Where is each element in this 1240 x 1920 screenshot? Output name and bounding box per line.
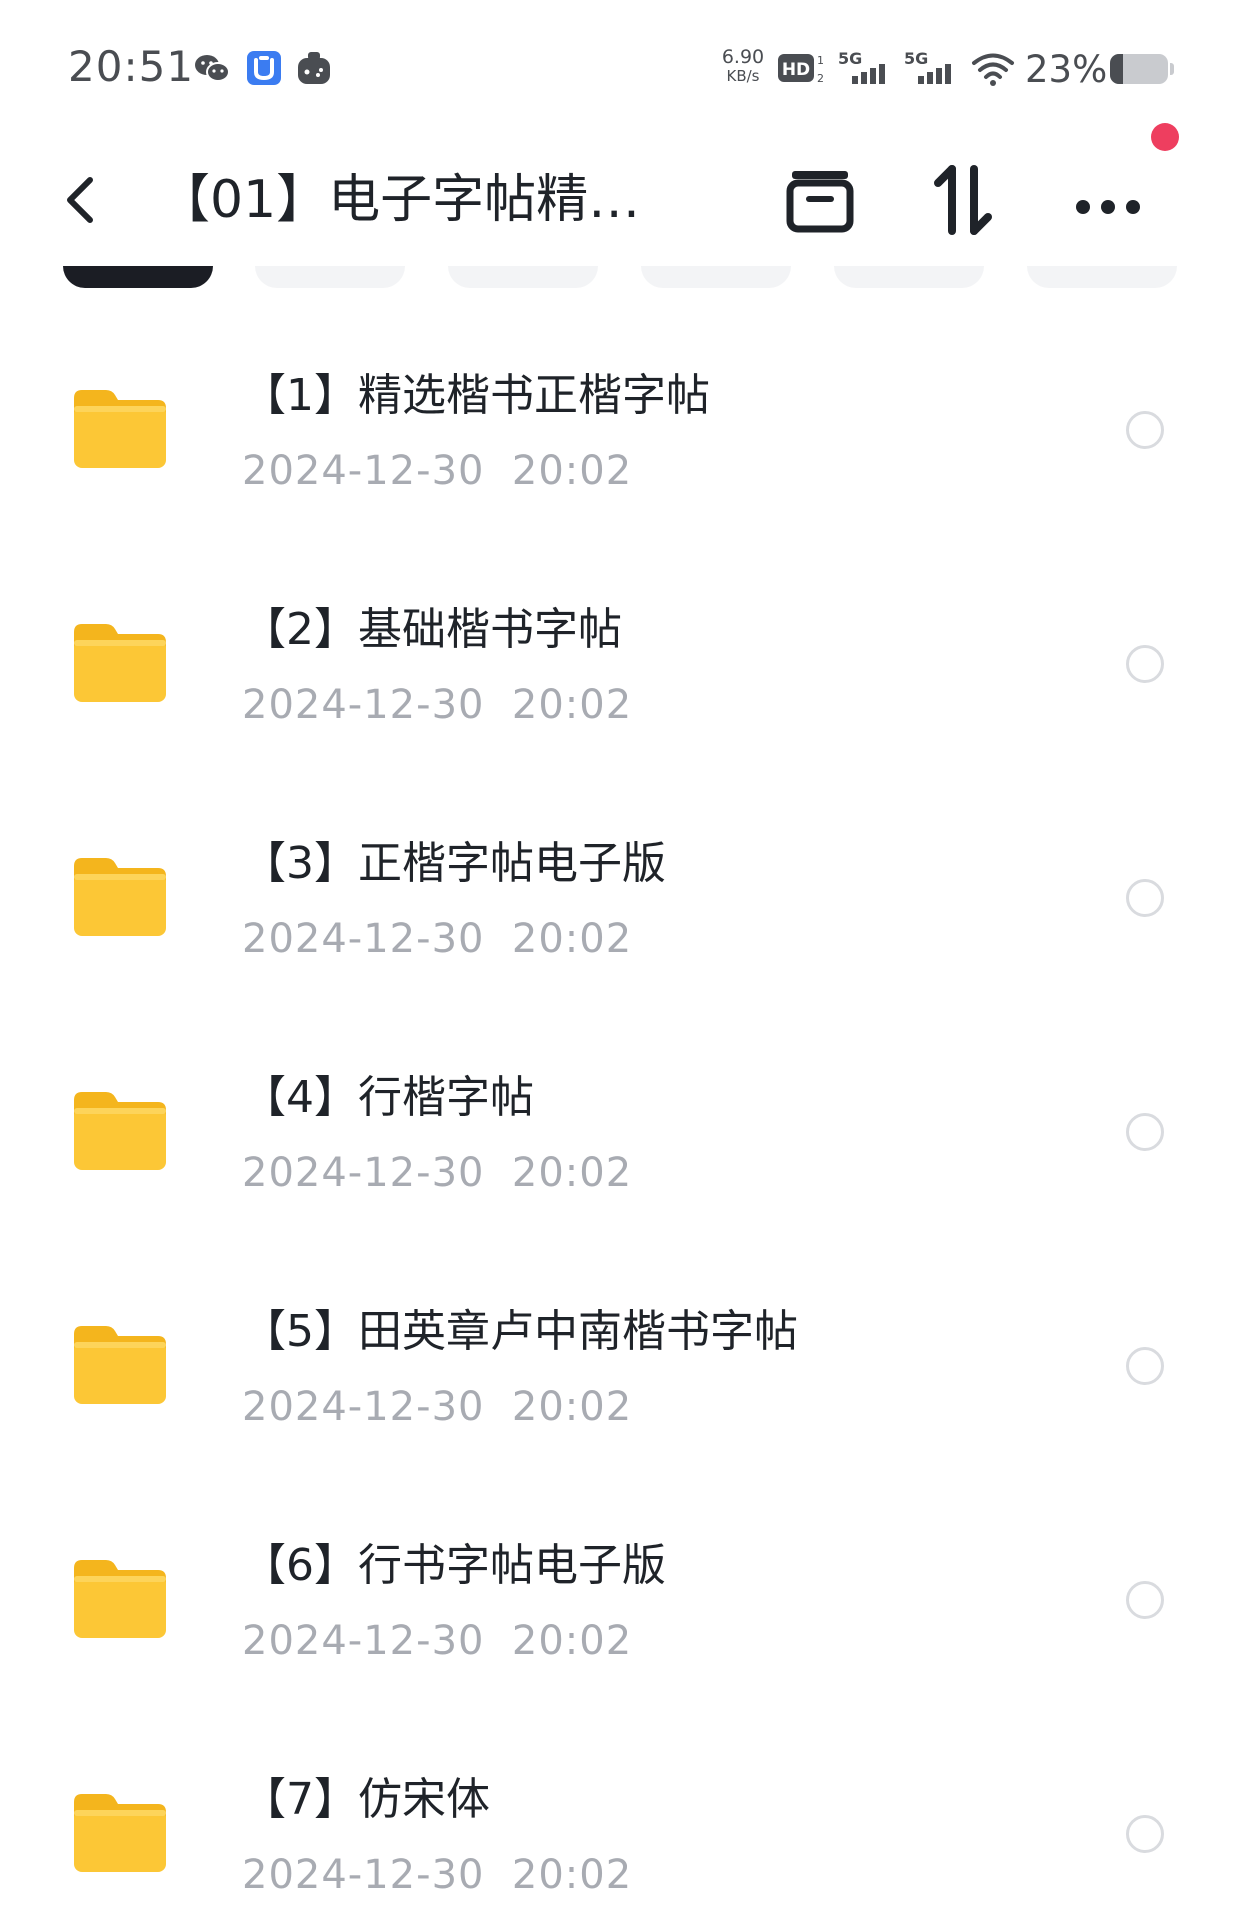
select-checkbox[interactable] (1126, 1347, 1164, 1385)
item-date: 2024-12-30 20:02 (242, 916, 633, 962)
battery-icon (1110, 54, 1168, 84)
signal-5g-icon: 5G (838, 49, 885, 84)
network-label-2: 5G (904, 49, 928, 68)
item-name: 【7】仿宋体 (242, 1774, 490, 1825)
list-item[interactable]: 【6】行书字帖电子版 2024-12-30 20:02 (0, 1504, 1240, 1738)
item-name: 【2】基础楷书字帖 (242, 604, 622, 655)
item-name: 【3】正楷字帖电子版 (242, 838, 666, 889)
archive-icon (786, 171, 854, 233)
item-date: 2024-12-30 20:02 (242, 1618, 633, 1664)
filter-tab[interactable] (641, 266, 791, 288)
battery-cap (1170, 63, 1174, 75)
item-date: 2024-12-30 20:02 (242, 1852, 633, 1898)
hd-label: HD (782, 60, 810, 80)
list-item[interactable]: 【4】行楷字帖 2024-12-30 20:02 (0, 1036, 1240, 1270)
filter-tab[interactable] (1027, 266, 1177, 288)
wifi-icon (972, 53, 1014, 86)
filter-tab[interactable] (834, 266, 984, 288)
item-date: 2024-12-30 20:02 (242, 682, 633, 728)
select-checkbox[interactable] (1126, 411, 1164, 449)
item-name: 【5】田英章卢中南楷书字帖 (242, 1306, 798, 1357)
folder-icon (74, 1560, 166, 1638)
game-controller-icon (298, 52, 330, 84)
folder-icon (74, 1092, 166, 1170)
svg-text:1: 1 (817, 54, 824, 67)
item-date: 2024-12-30 20:02 (242, 1150, 633, 1196)
sort-icon (934, 165, 992, 235)
select-checkbox[interactable] (1126, 1113, 1164, 1151)
archive-button[interactable] (775, 155, 865, 245)
list-item[interactable]: 【5】田英章卢中南楷书字帖 2024-12-30 20:02 (0, 1270, 1240, 1504)
svg-text:2: 2 (817, 72, 824, 85)
signal-5g-icon-2: 5G (904, 49, 951, 84)
select-checkbox[interactable] (1126, 645, 1164, 683)
status-time: 20:51 (68, 42, 195, 91)
list-item[interactable]: 【2】基础楷书字帖 2024-12-30 20:02 (0, 568, 1240, 802)
back-button[interactable] (52, 164, 112, 236)
file-list: 【1】精选楷书正楷字帖 2024-12-30 20:02 【2】基础楷书字帖 2… (0, 334, 1240, 1920)
network-speed-unit: KB/s (726, 67, 760, 85)
select-checkbox[interactable] (1126, 1581, 1164, 1619)
sort-button[interactable] (918, 155, 1008, 245)
filter-tab-active[interactable] (63, 266, 213, 288)
status-bar: 20:51 6.90 KB/s HD 1 2 5G 5G 23% (0, 0, 1240, 120)
page-title: 【01】电子字帖精… (158, 170, 641, 230)
filter-tabs (0, 266, 1240, 292)
more-button[interactable] (1063, 155, 1153, 245)
folder-icon (74, 1794, 166, 1872)
app-shield-icon (247, 51, 281, 85)
folder-icon (74, 390, 166, 468)
list-item[interactable]: 【3】正楷字帖电子版 2024-12-30 20:02 (0, 802, 1240, 1036)
item-date: 2024-12-30 20:02 (242, 448, 633, 494)
file-browser-screen: 20:51 6.90 KB/s HD 1 2 5G 5G 23% 【01】电子字… (0, 0, 1240, 1920)
item-name: 【6】行书字帖电子版 (242, 1540, 666, 1591)
list-item[interactable]: 【7】仿宋体 2024-12-30 20:02 (0, 1738, 1240, 1920)
battery-percent: 23% (1025, 48, 1108, 91)
network-speed: 6.90 KB/s (718, 48, 768, 84)
item-name: 【4】行楷字帖 (242, 1072, 534, 1123)
title-bar: 【01】电子字帖精… (0, 140, 1240, 260)
folder-icon (74, 624, 166, 702)
hd-icon: HD 1 2 (778, 54, 824, 85)
chevron-left-icon (67, 177, 93, 223)
select-checkbox[interactable] (1126, 1815, 1164, 1853)
item-date: 2024-12-30 20:02 (242, 1384, 633, 1430)
network-speed-value: 6.90 (721, 46, 765, 68)
wechat-icon (195, 55, 230, 82)
battery-level (1110, 54, 1124, 84)
more-icon (1076, 200, 1140, 214)
folder-icon (74, 858, 166, 936)
select-checkbox[interactable] (1126, 879, 1164, 917)
filter-tab[interactable] (448, 266, 598, 288)
list-item[interactable]: 【1】精选楷书正楷字帖 2024-12-30 20:02 (0, 334, 1240, 568)
folder-icon (74, 1326, 166, 1404)
item-name: 【1】精选楷书正楷字帖 (242, 370, 710, 421)
filter-tab[interactable] (255, 266, 405, 288)
network-label-1: 5G (838, 49, 862, 68)
